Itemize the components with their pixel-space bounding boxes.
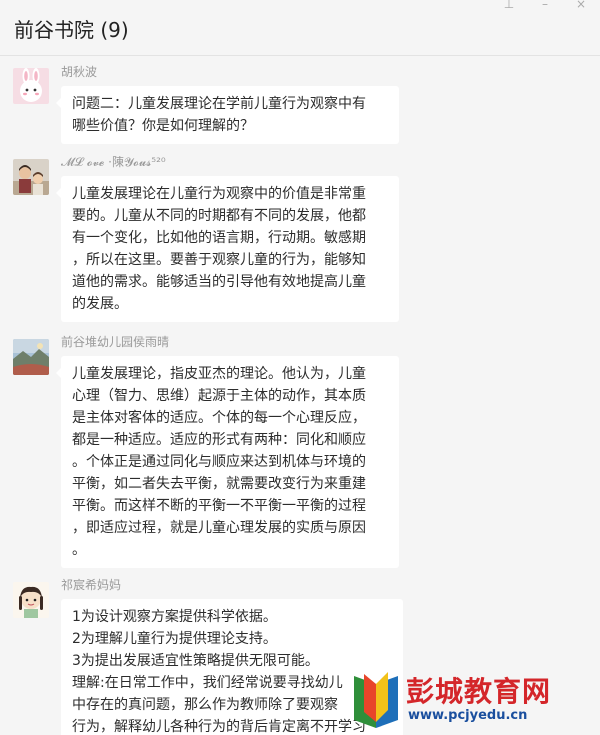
message-line: 2为理解儿童行为提供理论支持。 <box>72 631 277 647</box>
message-line: 。个体正是通过同化与顺应来达到机体与环境的 <box>72 454 366 470</box>
avatar[interactable] <box>13 339 49 375</box>
message-line: 平衡。而这样不断的平衡一不平衡一平衡的过程 <box>72 498 366 514</box>
message-line: 1为设计观察方案提供科学依据。 <box>72 609 277 625</box>
message-line: 道他的需求。能够适当的引导他有效地提高儿童 <box>72 274 366 290</box>
message-line: 理解:在日常工作中，我们经常说要寻找幼儿 <box>72 675 343 691</box>
message-line: 儿童发展理论在儿童行为观察中的价值是非常重 <box>72 186 366 202</box>
message-line: 问题二：儿童发展理论在学前儿童行为观察中有 <box>72 96 366 112</box>
avatar[interactable] <box>13 159 49 195</box>
message-line: 都是一种适应。适应的形式有两种：同化和顺应 <box>72 432 366 448</box>
sender-name: 祁宸希妈妈 <box>61 578 122 592</box>
minimize-icon[interactable]: – <box>537 0 553 11</box>
watermark-url: www.pcjyedu.cn <box>408 708 528 723</box>
message-line: 行为，解释幼儿各种行为的背后肯定离不开学习 <box>72 719 366 735</box>
message-line: 心理（智力、思维）起源于主体的动作，其本质 <box>72 388 366 404</box>
pin-icon[interactable]: ⊥ <box>501 0 517 11</box>
group-title: 前谷书院 (9) <box>14 18 129 42</box>
message-line: 哪些价值？你是如何理解的？ <box>72 118 254 134</box>
watermark-logo: 彭城教育网 www.pcjyedu.cn <box>348 668 598 734</box>
message-line: ，即适应过程，就是儿童心理发展的实质与原因 <box>72 520 366 536</box>
sender-name: 前谷堆幼儿园侯雨晴 <box>61 335 170 349</box>
message-line: 。 <box>72 542 86 558</box>
sender-name: 胡秋波 <box>61 65 98 79</box>
chat-header: 前谷书院 (9) ⊥ – × <box>0 0 600 56</box>
message-line: 中存在的真问题，那么作为教师除了要观察 <box>72 697 338 713</box>
message-line: 平衡，如二者失去平衡，就需要改变行为来重建 <box>72 476 366 492</box>
message-line: 的发展。 <box>72 296 128 312</box>
book-logo-icon <box>354 672 398 728</box>
message-bubble: 问题二：儿童发展理论在学前儿童行为观察中有 哪些价值？你是如何理解的？ <box>56 86 399 144</box>
message-line: 要的。儿童从不同的时期都有不同的发展，他都 <box>72 208 366 224</box>
close-icon[interactable]: × <box>573 0 589 11</box>
message-bubble: 儿童发展理论，指皮亚杰的理论。他认为，儿童 心理（智力、思维）起源于主体的动作，… <box>56 356 399 568</box>
avatar[interactable] <box>13 68 49 104</box>
watermark-name: 彭城教育网 <box>406 675 552 708</box>
message-line: 是主体对客体的适应。个体的每一个心理反应， <box>72 410 366 426</box>
message-bubble: 儿童发展理论在儿童行为观察中的价值是非常重 要的。儿童从不同的时期都有不同的发展… <box>56 176 399 322</box>
message-line: 3为提出发展适宜性策略提供无限可能。 <box>72 653 319 669</box>
avatar[interactable] <box>13 582 49 618</box>
message-line: 有一个变化，比如他的语言期，行动期。敏感期 <box>72 230 366 246</box>
sender-name: 𝓜𝓛 𝓸𝓿𝓮 ·陳𝓨𝓸𝓾𝓼⁵²⁰ <box>61 155 166 169</box>
message-line: ，所以在这里。要善于观察儿童的行为，能够知 <box>72 252 366 268</box>
message-line: 儿童发展理论，指皮亚杰的理论。他认为，儿童 <box>72 366 366 382</box>
